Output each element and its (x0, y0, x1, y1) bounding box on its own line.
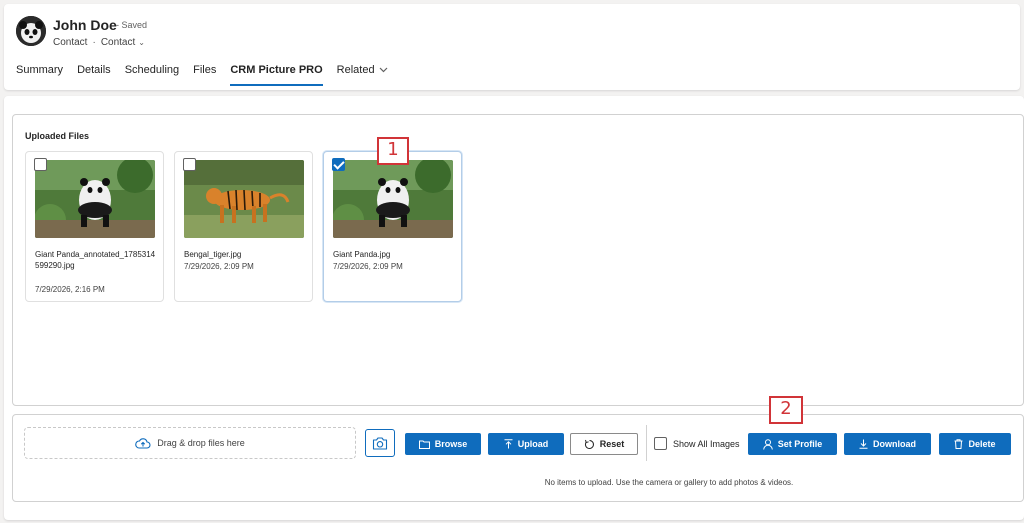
file-name: Giant Panda.jpg (333, 250, 391, 259)
browse-label: Browse (434, 439, 468, 449)
picture-pro-panel: Uploaded Files Giant Panda_annotated_178… (4, 96, 1024, 520)
camera-button[interactable] (365, 429, 395, 457)
toolbar-divider (646, 425, 647, 461)
uploaded-files-panel: Uploaded Files Giant Panda_annotated_178… (12, 114, 1024, 406)
dropzone-text: Drag & drop files here (157, 438, 245, 448)
file-name: Bengal_tiger.jpg (184, 250, 242, 259)
file-checkbox[interactable] (34, 158, 47, 171)
form-selector-label: Contact (100, 37, 136, 48)
reset-button[interactable]: Reset (570, 433, 638, 455)
separator-dot: · (92, 37, 96, 48)
record-header: John Doe - Saved Contact · Contact ⌄ Summar… (4, 4, 1020, 90)
annotation-marker-2: 2 (769, 396, 803, 424)
annotation-marker-1: 1 (377, 137, 409, 165)
file-thumbnail-tiger (184, 160, 304, 238)
set-profile-label: Set Profile (777, 439, 823, 449)
delete-label: Delete (968, 439, 996, 449)
show-all-images-toggle[interactable]: Show All Images (654, 437, 740, 450)
browse-button[interactable]: Browse (405, 433, 481, 455)
record-name: John Doe (53, 17, 117, 33)
tab-details[interactable]: Details (77, 62, 111, 90)
uploaded-files-title: Uploaded Files (25, 131, 90, 141)
file-date: 7/29/2026, 2:09 PM (184, 262, 254, 271)
delete-button[interactable]: Delete (939, 433, 1011, 455)
download-label: Download (873, 439, 916, 449)
entity-line: Contact · Contact ⌄ (53, 37, 145, 48)
form-selector[interactable]: Contact ⌄ (101, 37, 145, 48)
set-profile-button[interactable]: Set Profile (748, 433, 837, 455)
file-card-selected[interactable]: Giant Panda.jpg 7/29/2026, 2:09 PM (323, 151, 462, 302)
file-checkbox-checked[interactable] (332, 158, 345, 171)
chevron-down-icon (379, 62, 388, 78)
show-all-checkbox[interactable] (654, 437, 667, 450)
tab-scheduling[interactable]: Scheduling (125, 62, 179, 90)
file-card[interactable]: Bengal_tiger.jpg 7/29/2026, 2:09 PM (174, 151, 313, 302)
upload-actions-panel: Drag & drop files here Browse Upload Res… (12, 414, 1024, 502)
tab-crm-picture-pro[interactable]: CRM Picture PRO (230, 62, 323, 90)
tab-related-label: Related (336, 64, 375, 76)
file-card[interactable]: Giant Panda_annotated_1785314599290.jpg … (25, 151, 164, 302)
camera-icon (372, 436, 388, 450)
show-all-label: Show All Images (673, 438, 740, 449)
upload-button[interactable]: Upload (488, 433, 564, 455)
dropzone[interactable]: Drag & drop files here (24, 427, 356, 459)
file-name: Giant Panda_annotated_1785314599290.jpg (35, 250, 156, 270)
download-button[interactable]: Download (844, 433, 931, 455)
file-checkbox[interactable] (183, 158, 196, 171)
saved-status: - Saved (116, 20, 148, 30)
reset-label: Reset (599, 439, 625, 449)
tab-summary[interactable]: Summary (16, 62, 63, 90)
file-thumbnail-panda (35, 160, 155, 238)
file-date: 7/29/2026, 2:09 PM (333, 262, 403, 271)
trash-icon (954, 439, 963, 449)
person-icon (762, 438, 773, 450)
entity-type: Contact (53, 37, 88, 48)
upload-hint: No items to upload. Use the camera or ga… (544, 478, 794, 487)
cloud-upload-icon (135, 438, 151, 449)
upload-label: Upload (517, 439, 549, 449)
tab-bar: Summary Details Scheduling Files CRM Pic… (16, 62, 402, 90)
folder-icon (418, 440, 430, 449)
file-thumbnail-panda (333, 160, 453, 238)
tab-related[interactable]: Related (337, 62, 388, 90)
avatar[interactable] (16, 16, 46, 46)
chevron-down-icon: ⌄ (138, 38, 145, 47)
tab-files[interactable]: Files (193, 62, 216, 90)
reset-icon (584, 439, 594, 449)
upload-icon (504, 439, 513, 449)
download-icon (859, 439, 868, 449)
file-date: 7/29/2026, 2:16 PM (35, 285, 105, 294)
